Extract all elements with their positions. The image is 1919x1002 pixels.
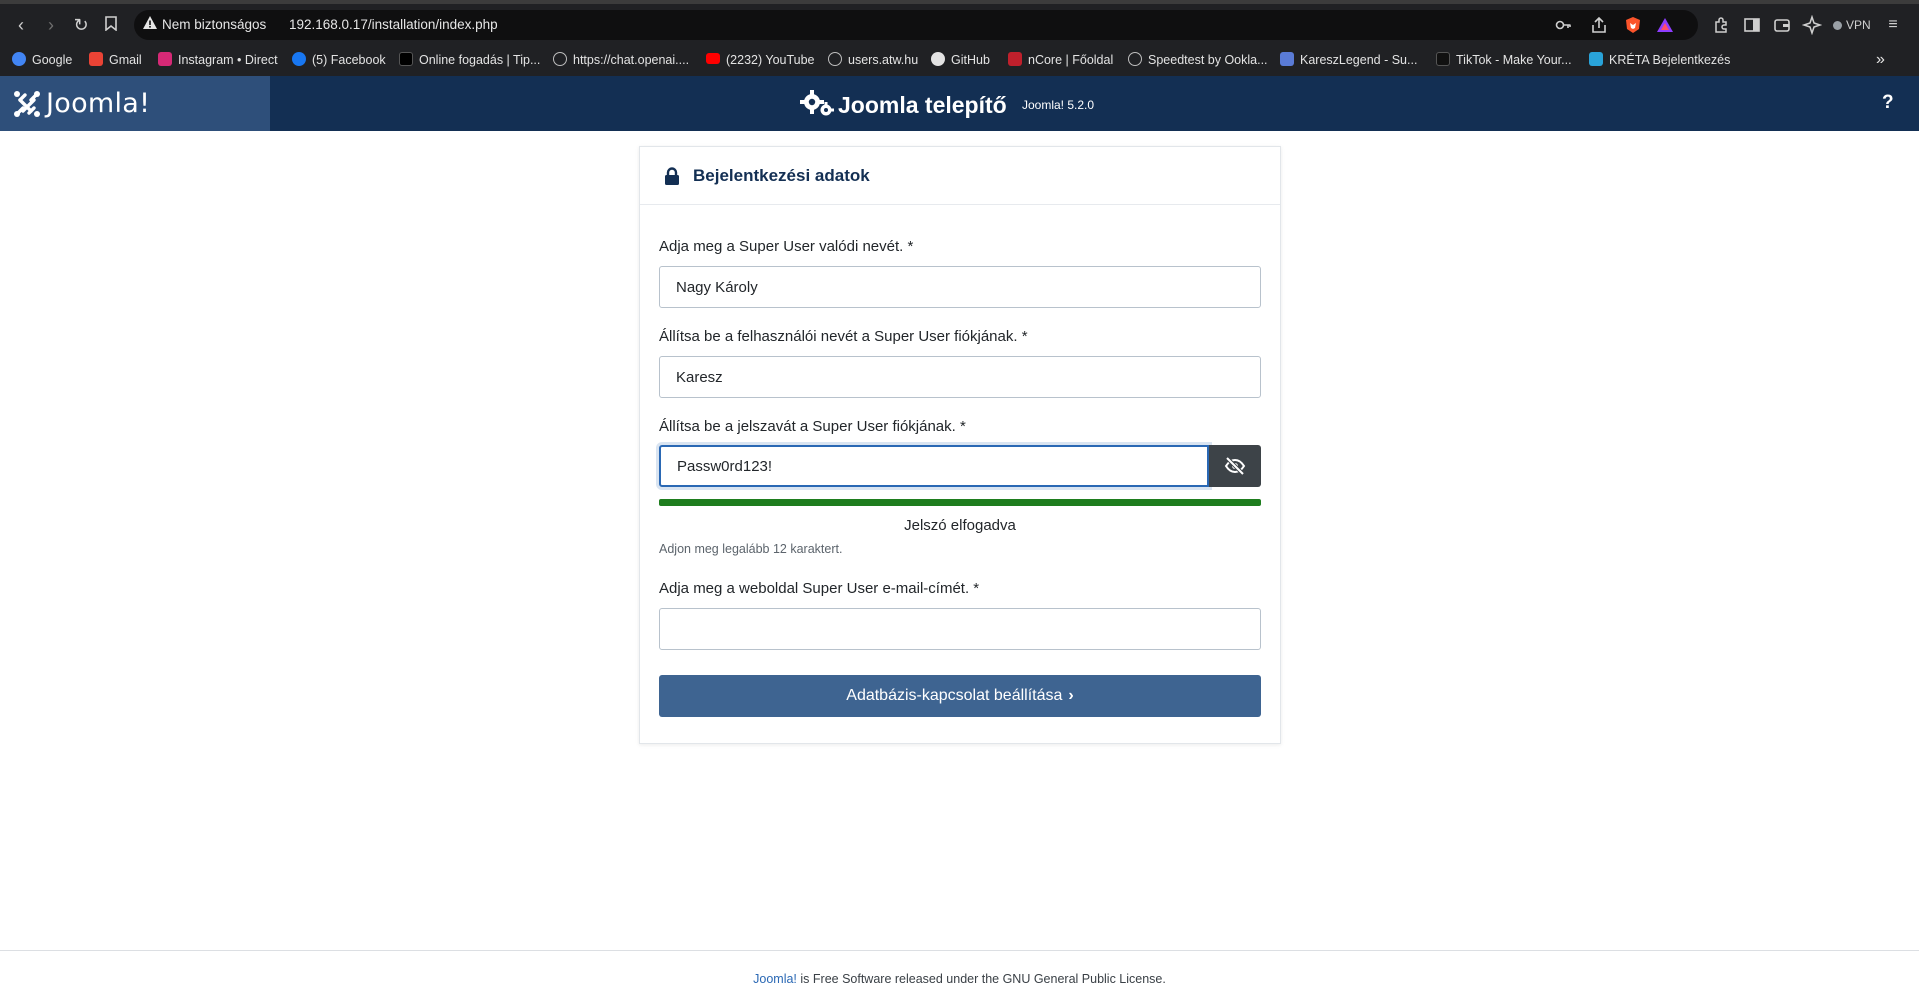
username-label: Állítsa be a felhasználói nevét a Super … — [659, 328, 1028, 345]
password-status: Jelszó elfogadva — [904, 517, 1016, 534]
lock-icon — [665, 167, 679, 185]
google-icon — [12, 52, 26, 66]
tiktok-icon — [1436, 52, 1450, 66]
page-title: Joomla telepítő — [800, 89, 1007, 119]
vpn-status-dot — [1833, 21, 1842, 30]
bookmark-icon[interactable] — [100, 14, 122, 36]
bookmark-github[interactable]: GitHub — [931, 50, 990, 70]
reload-icon[interactable]: ↻ — [70, 14, 92, 36]
bookmarks-overflow-icon[interactable]: » — [1876, 50, 1885, 70]
bookmark-facebook[interactable]: (5) Facebook — [292, 50, 386, 70]
ncore-icon — [1008, 52, 1022, 66]
password-input[interactable] — [659, 445, 1209, 487]
warning-icon — [143, 16, 157, 29]
eye-slash-icon — [1224, 457, 1246, 475]
setup-database-button[interactable]: Adatbázis-kapcsolat beállítása › — [659, 675, 1261, 717]
instagram-icon — [158, 52, 172, 66]
sidebar-icon[interactable] — [1742, 15, 1762, 35]
password-hint: Adjon meg legalább 12 karaktert. — [659, 542, 843, 556]
url-text[interactable]: 192.168.0.17/installation/index.php — [289, 17, 498, 32]
username-input[interactable] — [659, 356, 1261, 398]
bookmarks-bar: Google Gmail Instagram • Direct (5) Face… — [0, 44, 1919, 76]
facebook-icon — [292, 52, 306, 66]
bookmark-google[interactable]: Google — [12, 50, 72, 70]
openai-icon — [553, 52, 567, 66]
bookmark-tiktok[interactable]: TikTok - Make Your... — [1436, 50, 1572, 70]
setup-database-label: Adatbázis-kapcsolat beállítása — [846, 687, 1063, 704]
tippmix-icon — [399, 52, 413, 66]
bookmark-speedtest[interactable]: Speedtest by Ookla... — [1128, 50, 1268, 70]
password-strength-meter — [659, 499, 1261, 506]
browser-toolbar: ‹ › ↻ Nem biztonságos 192.168.0.17/insta… — [0, 0, 1919, 44]
card-title: Bejelentkezési adatok — [693, 166, 870, 185]
logo-text: Joomla! — [46, 88, 151, 119]
email-input[interactable] — [659, 608, 1261, 650]
installer-title: Joomla telepítő — [838, 92, 1007, 118]
key-icon[interactable] — [1554, 16, 1572, 34]
back-icon[interactable]: ‹ — [10, 14, 32, 36]
share-icon[interactable] — [1590, 16, 1608, 34]
bookmark-kreta[interactable]: KRÉTA Bejelentkezés — [1589, 50, 1730, 70]
bookmark-kareszlegend[interactable]: KareszLegend - Su... — [1280, 50, 1417, 70]
card-header: Bejelentkezési adatok — [640, 147, 1280, 205]
login-data-card: Bejelentkezési adatok Adja meg a Super U… — [639, 146, 1281, 744]
installer-header: Joomla! Joomla telepítő Joomla! 5.2.0 ? — [0, 76, 1919, 131]
bookmark-instagram[interactable]: Instagram • Direct — [158, 50, 278, 70]
password-strength-fill — [659, 499, 1261, 506]
bookmark-chatgpt[interactable]: https://chat.openai.... — [553, 50, 689, 70]
kreta-icon — [1589, 52, 1603, 66]
joomla-link[interactable]: Joomla! — [753, 972, 797, 986]
bookmark-gmail[interactable]: Gmail — [89, 50, 142, 70]
bookmark-tippmix[interactable]: Online fogadás | Tip... — [399, 50, 540, 70]
password-label: Állítsa be a jelszavát a Super User fiók… — [659, 418, 966, 435]
brave-rewards-icon[interactable] — [1656, 16, 1674, 34]
gmail-icon — [89, 52, 103, 66]
bookmark-ncore[interactable]: nCore | Főoldal — [1008, 50, 1113, 70]
extensions-icon[interactable] — [1712, 15, 1732, 35]
bookmark-youtube[interactable]: (2232) YouTube — [706, 50, 815, 70]
security-status[interactable]: Nem biztonságos — [162, 17, 266, 32]
globe-icon — [828, 52, 842, 66]
version-label: Joomla! 5.2.0 — [1022, 98, 1095, 112]
email-label: Adja meg a weboldal Super User e-mail-cí… — [659, 580, 980, 597]
chevron-right-icon: › — [1068, 687, 1074, 704]
bookmark-users-atw[interactable]: users.atw.hu — [828, 50, 918, 70]
vpn-label: VPN — [1846, 18, 1871, 32]
brave-shield-icon[interactable] — [1624, 16, 1642, 34]
footer-text: Joomla! is Free Software released under … — [0, 972, 1919, 986]
password-visibility-toggle[interactable] — [1209, 445, 1261, 487]
real-name-label: Adja meg a Super User valódi nevét. * — [659, 238, 914, 255]
footer: Joomla! is Free Software released under … — [0, 950, 1919, 1002]
github-icon — [931, 52, 945, 66]
address-bar[interactable]: Nem biztonságos 192.168.0.17/installatio… — [134, 10, 1698, 40]
leo-ai-icon[interactable] — [1802, 15, 1822, 35]
speedtest-icon — [1128, 52, 1142, 66]
vpn-button[interactable]: VPN — [1833, 14, 1871, 36]
gears-icon — [800, 90, 834, 116]
kareszlegend-icon — [1280, 52, 1294, 66]
joomla-logo[interactable]: Joomla! — [0, 76, 270, 131]
wallet-icon[interactable] — [1772, 15, 1792, 35]
forward-icon[interactable]: › — [40, 14, 62, 36]
real-name-input[interactable] — [659, 266, 1261, 308]
menu-icon[interactable]: ≡ — [1882, 14, 1904, 36]
youtube-icon — [706, 53, 720, 64]
license-text: is Free Software released under the GNU … — [796, 972, 1166, 986]
joomla-mark-icon — [14, 91, 40, 117]
help-button[interactable]: ? — [1882, 92, 1894, 114]
